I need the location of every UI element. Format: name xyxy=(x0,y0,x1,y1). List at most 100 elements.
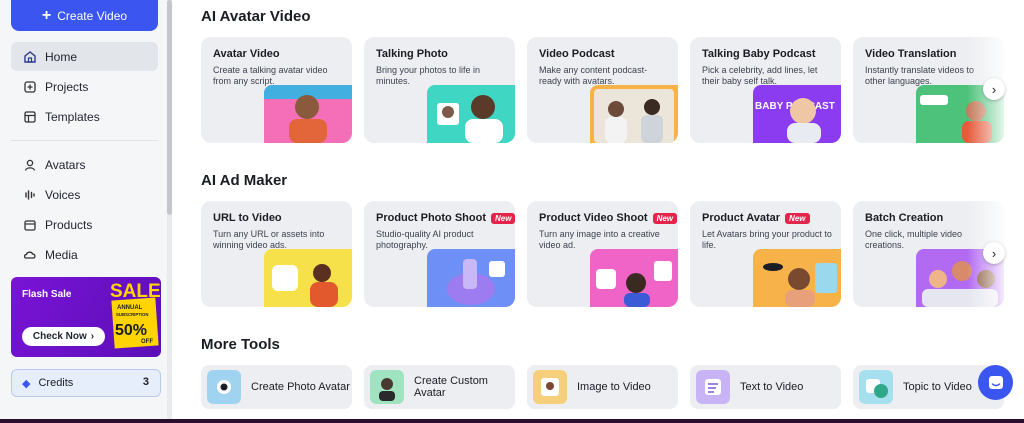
check-now-label: Check Now xyxy=(32,331,87,342)
create-video-button[interactable]: + Create Video xyxy=(11,0,158,31)
sidebar-item-avatars[interactable]: Avatars xyxy=(11,150,158,179)
sale-badge-art: SALE ANNUAL SUBSCRIPTION 50% OFF xyxy=(110,281,161,349)
tool-label: Create Photo Avatar xyxy=(251,381,350,393)
new-badge: New xyxy=(490,212,515,224)
tool-create-photo-avatar[interactable]: Create Photo Avatar xyxy=(201,365,352,409)
photo-avatar-tool-icon xyxy=(207,370,241,404)
card-product-video-shoot[interactable]: Product Video Shoot New Turn any image i… xyxy=(527,201,678,307)
tool-image-to-video[interactable]: Image to Video xyxy=(527,365,678,409)
annual-art-text: ANNUAL xyxy=(117,305,143,311)
card-description: Bring your photos to life in minutes. xyxy=(376,65,481,86)
tool-label: Image to Video xyxy=(577,381,651,393)
card-title: Batch Creation xyxy=(865,212,944,224)
carousel-fade xyxy=(967,30,1024,320)
sidebar-item-label: Avatars xyxy=(45,157,86,172)
tool-create-custom-avatar[interactable]: Create Custom Avatar xyxy=(364,365,515,409)
card-title: Talking Baby Podcast xyxy=(702,48,816,60)
url-to-video-thumbnail xyxy=(264,249,352,307)
tool-label: Topic to Video xyxy=(903,381,972,393)
credits-value: 3 xyxy=(142,376,149,388)
off-art-text: OFF xyxy=(141,339,153,345)
tool-text-to-video[interactable]: Text to Video xyxy=(690,365,841,409)
sidebar: + Create Video Home Projects Templates A… xyxy=(0,0,171,423)
media-icon xyxy=(23,251,36,259)
voices-icon xyxy=(25,189,35,200)
templates-icon xyxy=(24,110,36,123)
image-to-video-tool-icon xyxy=(533,370,567,404)
card-title: URL to Video xyxy=(213,212,282,224)
flash-sale-title: Flash Sale xyxy=(22,289,72,300)
topic-to-video-tool-icon xyxy=(859,370,893,404)
percent-art-text: 50% xyxy=(115,322,147,339)
ad-maker-next-button[interactable]: › xyxy=(983,242,1005,264)
card-talking-baby-podcast[interactable]: Talking Baby Podcast Pick a celebrity, a… xyxy=(690,37,841,143)
card-talking-photo[interactable]: Talking Photo Bring your photos to life … xyxy=(364,37,515,143)
card-product-avatar[interactable]: Product Avatar New Let Avatars bring you… xyxy=(690,201,841,307)
chat-icon xyxy=(988,375,1003,389)
credits-panel[interactable]: ◆ Credits 3 xyxy=(11,369,161,397)
sidebar-item-projects[interactable]: Projects xyxy=(11,72,158,101)
credits-label: Credits xyxy=(38,377,74,389)
section-title-avatar-video: AI Avatar Video xyxy=(201,8,311,25)
avatars-icon xyxy=(24,159,36,171)
plus-icon: + xyxy=(41,6,52,24)
sidebar-item-label: Templates xyxy=(45,109,100,124)
card-url-to-video[interactable]: URL to Video Turn any URL or assets into… xyxy=(201,201,352,307)
flash-sale-banner[interactable]: Flash Sale Check Now › SALE ANNUAL SUBSC… xyxy=(11,277,161,357)
sidebar-item-label: Projects xyxy=(45,79,89,94)
card-description: Create a talking avatar video from any s… xyxy=(213,65,328,86)
sidebar-item-home[interactable]: Home xyxy=(11,42,158,71)
home-icon xyxy=(24,50,36,63)
product-photo-shoot-thumbnail xyxy=(427,249,515,307)
subscription-art-text: SUBSCRIPTION xyxy=(116,312,148,317)
card-title: Avatar Video xyxy=(213,48,280,60)
sidebar-item-products[interactable]: Products xyxy=(11,210,158,239)
sidebar-item-label: Home xyxy=(45,49,78,64)
card-description: Let Avatars bring your product to life. xyxy=(702,229,832,250)
talking-photo-thumbnail xyxy=(427,85,515,143)
card-title-text: Product Photo Shoot xyxy=(376,212,486,224)
new-badge: New xyxy=(785,212,810,224)
card-title-text: Product Avatar xyxy=(702,212,781,224)
sidebar-item-templates[interactable]: Templates xyxy=(11,102,158,131)
tool-label: Text to Video xyxy=(740,381,804,393)
sidebar-item-label: Products xyxy=(45,217,93,232)
card-description: Make any content podcast-ready with avat… xyxy=(539,65,648,86)
new-badge: New xyxy=(652,212,678,224)
avatar-video-next-button[interactable]: › xyxy=(983,78,1005,100)
sidebar-item-label: Voices xyxy=(45,187,81,202)
video-podcast-thumbnail xyxy=(590,85,678,143)
card-description: Turn any URL or assets into winning vide… xyxy=(213,229,325,250)
chevron-right-icon: › xyxy=(90,331,95,342)
sidebar-divider xyxy=(11,140,158,141)
diamond-icon: ◆ xyxy=(22,377,31,390)
card-title: Product Avatar New xyxy=(702,212,810,224)
sidebar-item-label: Media xyxy=(45,247,78,262)
create-video-label: Create Video xyxy=(57,8,128,23)
card-avatar-video[interactable]: Avatar Video Create a talking avatar vid… xyxy=(201,37,352,143)
card-title: Product Photo Shoot New xyxy=(376,212,515,224)
card-description: Turn any image into a creative video ad. xyxy=(539,229,660,250)
section-title-more-tools: More Tools xyxy=(201,336,280,353)
card-title: Video Podcast xyxy=(539,48,615,60)
sidebar-item-voices[interactable]: Voices xyxy=(11,180,158,209)
products-icon xyxy=(24,219,36,231)
projects-icon xyxy=(24,80,36,93)
tool-label: Create Custom Avatar xyxy=(414,375,488,399)
product-video-shoot-thumbnail xyxy=(590,249,678,307)
avatar-video-thumbnail xyxy=(264,85,352,143)
card-description: Studio-quality AI product photography. xyxy=(376,229,474,250)
custom-avatar-tool-icon xyxy=(370,370,404,404)
chevron-right-icon: › xyxy=(991,245,997,261)
check-now-button[interactable]: Check Now › xyxy=(22,327,105,346)
card-title: Talking Photo xyxy=(376,48,448,60)
card-title: Product Video Shoot New xyxy=(539,212,678,224)
talking-baby-podcast-thumbnail: BABY PODCAST xyxy=(753,85,841,143)
card-title-text: Product Video Shoot xyxy=(539,212,648,224)
product-avatar-thumbnail xyxy=(753,249,841,307)
chat-support-button[interactable] xyxy=(978,365,1013,400)
sidebar-item-media[interactable]: Media xyxy=(11,240,158,269)
card-product-photo-shoot[interactable]: Product Photo Shoot New Studio-quality A… xyxy=(364,201,515,307)
section-title-ad-maker: AI Ad Maker xyxy=(201,172,288,189)
card-video-podcast[interactable]: Video Podcast Make any content podcast-r… xyxy=(527,37,678,143)
